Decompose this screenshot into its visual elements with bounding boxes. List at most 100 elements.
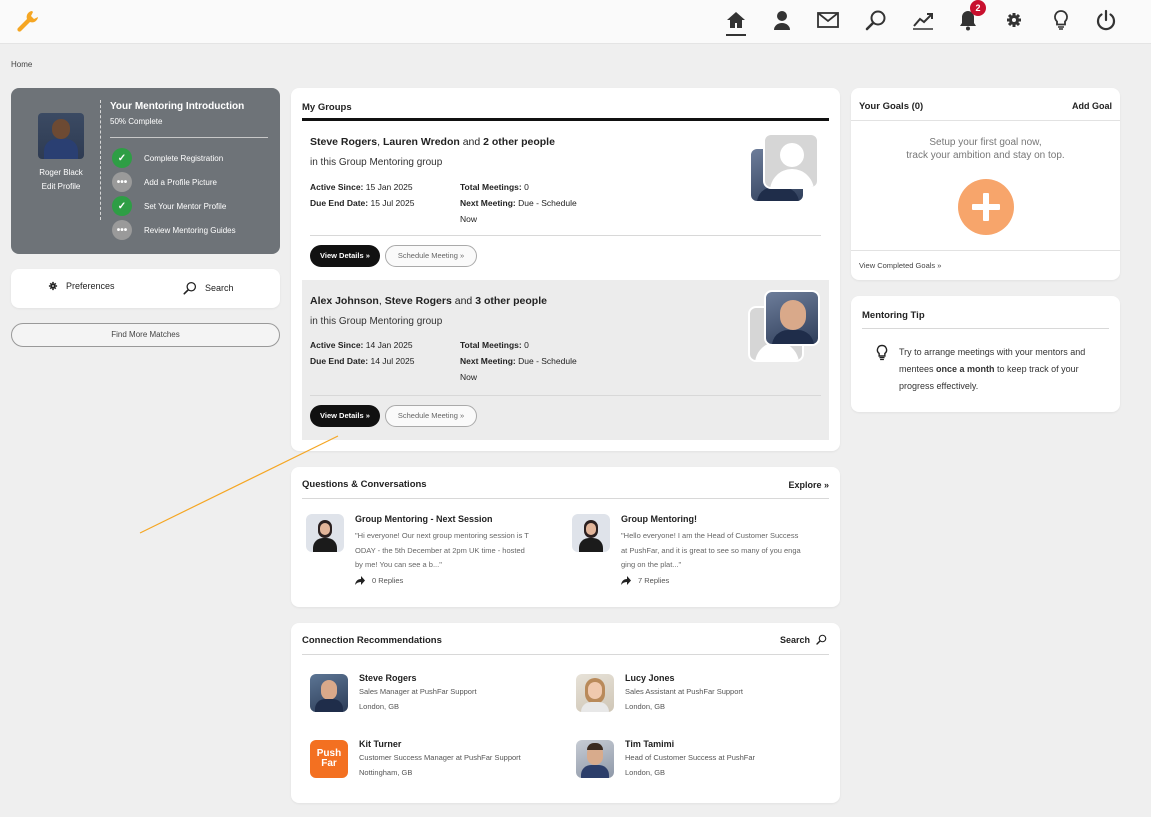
divider (100, 100, 101, 220)
avatar (572, 514, 610, 552)
group-item: Alex Johnson, Steve Rogers and 3 other p… (302, 280, 829, 440)
divider (851, 120, 1120, 121)
intro-progress: 50% Complete (110, 117, 163, 126)
active-tab-indicator (726, 34, 746, 36)
search-icon[interactable] (864, 8, 888, 32)
mail-icon[interactable] (816, 8, 840, 32)
home-icon[interactable] (724, 8, 748, 32)
preferences-label: Preferences (66, 281, 115, 291)
post-title[interactable]: Group Mentoring - Next Session (355, 514, 493, 524)
group-members[interactable]: Alex Johnson, Steve Rogers and 3 other p… (310, 295, 547, 307)
wrench-icon[interactable] (14, 8, 40, 32)
schedule-meeting-button[interactable]: Schedule Meeting » (385, 245, 477, 267)
step-complete-registration[interactable]: ✓ Complete Registration (112, 148, 223, 168)
gear-icon[interactable] (1002, 8, 1026, 32)
explore-link[interactable]: Explore » (788, 480, 829, 490)
check-icon: ✓ (112, 196, 132, 216)
person-role: Sales Assistant at PushFar Support (625, 687, 743, 696)
add-goal-link[interactable]: Add Goal (1072, 101, 1112, 111)
my-groups-card: My Groups Steve Rogers, Lauren Wredon an… (291, 88, 840, 451)
recommendation-item[interactable]: Tim Tamimi Head of Customer Success at P… (576, 739, 826, 779)
replies-link[interactable]: 7 Replies (621, 576, 669, 585)
recommendation-item[interactable]: Push Far Kit Turner Customer Success Man… (310, 739, 560, 779)
avatar (306, 514, 344, 552)
person-name[interactable]: Kit Turner (359, 739, 401, 749)
person-name[interactable]: Lucy Jones (625, 673, 675, 683)
avatar[interactable] (38, 113, 84, 159)
post-title[interactable]: Group Mentoring! (621, 514, 697, 524)
group-dates: Active Since: 14 Jan 2025 Due End Date: … (310, 340, 415, 366)
search-button[interactable]: Search (183, 281, 234, 295)
preferences-search-card: Preferences Search (11, 269, 280, 308)
divider (851, 250, 1120, 251)
check-icon: ✓ (112, 148, 132, 168)
user-name: Roger Black (39, 168, 83, 177)
lightbulb-icon[interactable] (1049, 8, 1073, 32)
group-avatars (748, 290, 822, 366)
goals-card: Your Goals (0) Add Goal Setup your first… (851, 88, 1120, 280)
tip-text: Try to arrange meetings with your mentor… (899, 347, 1086, 391)
divider (310, 235, 821, 236)
step-label: Add a Profile Picture (144, 177, 217, 187)
power-icon[interactable] (1094, 8, 1118, 32)
breadcrumb[interactable]: Home (11, 60, 32, 69)
step-add-profile-picture[interactable]: ••• Add a Profile Picture (112, 172, 217, 192)
user-name-block: Roger Black Edit Profile (26, 166, 96, 194)
group-meetings: Total Meetings: 0 Next Meeting: Due - Sc… (460, 182, 577, 224)
divider (302, 498, 829, 499)
view-details-button[interactable]: View Details » (310, 405, 380, 427)
group-dates: Active Since: 15 Jan 2025 Due End Date: … (310, 182, 415, 208)
schedule-meeting-button[interactable]: Schedule Meeting » (385, 405, 477, 427)
search-label: Search (205, 283, 234, 293)
view-completed-goals-link[interactable]: View Completed Goals » (859, 261, 941, 270)
connection-recommendations-card: Connection Recommendations Search Steve … (291, 623, 840, 803)
gear-icon (48, 281, 58, 291)
view-details-button[interactable]: View Details » (310, 245, 380, 267)
step-set-mentor-profile[interactable]: ✓ Set Your Mentor Profile (112, 196, 226, 216)
pending-icon: ••• (112, 172, 132, 192)
post-excerpt: "Hi everyone! Our next group mentoring s… (355, 531, 529, 569)
step-label: Complete Registration (144, 153, 224, 163)
profile-icon[interactable] (770, 8, 794, 32)
avatar-placeholder (763, 133, 819, 189)
edit-profile-link[interactable]: Edit Profile (26, 180, 96, 194)
card-title: Your Goals (0) (859, 101, 924, 112)
person-location: London, GB (359, 702, 400, 711)
card-title: Connection Recommendations (302, 635, 442, 646)
post-excerpt: "Hello everyone! I am the Head of Custom… (621, 531, 801, 569)
search-connections-link[interactable]: Search (780, 634, 827, 645)
group-members[interactable]: Steve Rogers, Lauren Wredon and 2 other … (310, 136, 555, 148)
divider (110, 137, 268, 138)
person-location: Nottingham, GB (359, 768, 413, 777)
group-avatars (749, 133, 823, 207)
person-role: Customer Success Manager at PushFar Supp… (359, 753, 521, 762)
person-name[interactable]: Tim Tamimi (625, 739, 674, 749)
top-navigation-bar: 2 (0, 0, 1151, 44)
recommendation-item[interactable]: Lucy Jones Sales Assistant at PushFar Su… (576, 673, 826, 713)
find-more-matches-button[interactable]: Find More Matches (11, 323, 280, 347)
goals-empty-message: Setup your first goal now, track your am… (906, 137, 1065, 161)
avatar (576, 674, 614, 712)
mentoring-tip-card: Mentoring Tip Try to arrange meetings wi… (851, 296, 1120, 412)
replies-link[interactable]: 0 Replies (355, 576, 403, 585)
questions-conversations-card: Questions & Conversations Explore » Grou… (291, 467, 840, 607)
preferences-button[interactable]: Preferences (48, 281, 115, 291)
divider (302, 654, 829, 655)
person-name[interactable]: Steve Rogers (359, 673, 417, 683)
divider (862, 328, 1109, 329)
group-type: in this Group Mentoring group (310, 157, 443, 168)
bell-icon[interactable]: 2 (956, 0, 986, 32)
group-item: Steve Rogers, Lauren Wredon and 2 other … (302, 121, 829, 280)
analytics-icon[interactable] (911, 8, 935, 32)
avatar (576, 740, 614, 778)
search-icon (816, 634, 827, 645)
card-title: Questions & Conversations (302, 479, 427, 490)
person-role: Sales Manager at PushFar Support (359, 687, 477, 696)
group-meetings: Total Meetings: 0 Next Meeting: Due - Sc… (460, 340, 577, 382)
step-review-mentoring-guides[interactable]: ••• Review Mentoring Guides (112, 220, 236, 240)
search-icon (183, 281, 197, 295)
add-goal-button[interactable] (958, 179, 1014, 235)
card-title: My Groups (302, 102, 352, 113)
mentoring-introduction-card: Roger Black Edit Profile Your Mentoring … (11, 88, 280, 254)
recommendation-item[interactable]: Steve Rogers Sales Manager at PushFar Su… (310, 673, 560, 713)
